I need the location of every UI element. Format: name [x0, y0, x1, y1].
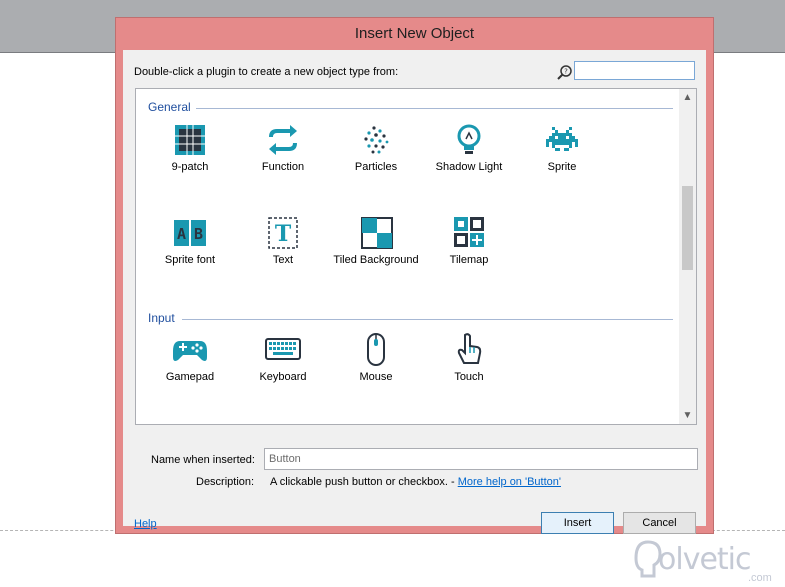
plugin-label: Tilemap	[449, 254, 489, 266]
category-divider	[182, 319, 673, 320]
plugin-label: Gamepad	[165, 371, 215, 383]
text-icon: T	[268, 217, 298, 249]
plugin-label: Sprite	[547, 161, 577, 173]
dialog-title: Insert New Object	[354, 25, 475, 42]
instruction-text: Double-click a plugin to create a new ob…	[134, 66, 399, 78]
nine-patch-icon	[175, 125, 205, 155]
tilemap-icon	[454, 217, 484, 247]
plugin-tilemap[interactable]: Tilemap	[429, 216, 509, 282]
more-help-link[interactable]: More help on 'Button'	[458, 476, 561, 488]
category-general-label: General	[148, 100, 191, 114]
name-when-inserted-label: Name when inserted:	[151, 454, 255, 466]
insert-button[interactable]: Insert	[541, 512, 614, 534]
plugin-list[interactable]: General 9-patch Function Particles Shado…	[135, 88, 697, 425]
svg-text:?: ?	[564, 68, 568, 76]
plugin-label: Tiled Background	[333, 254, 419, 266]
plugin-label: Keyboard	[259, 371, 307, 383]
plugin-label: Mouse	[359, 371, 393, 383]
search-icon[interactable]: ?	[556, 64, 574, 82]
scroll-down-icon[interactable]: ▼	[679, 407, 696, 424]
touch-hand-icon	[457, 333, 482, 364]
plugin-sprite-font[interactable]: A B Sprite font	[150, 216, 230, 282]
plugin-label: Particles	[354, 161, 398, 173]
plugin-text[interactable]: T Text	[243, 216, 323, 282]
description-label: Description:	[196, 476, 255, 488]
category-divider	[196, 108, 673, 109]
plugin-label: Sprite font	[164, 254, 216, 266]
cancel-button[interactable]: Cancel	[623, 512, 696, 534]
tiled-background-icon	[361, 217, 393, 249]
insert-object-dialog: Insert New Object Double-click a plugin …	[115, 17, 714, 534]
mouse-icon	[367, 333, 385, 366]
keyboard-icon	[265, 338, 301, 360]
description-text: A clickable push button or checkbox. - M…	[270, 476, 561, 488]
category-input-label: Input	[148, 311, 175, 325]
help-link[interactable]: Help	[134, 518, 157, 530]
plugin-label: 9-patch	[171, 161, 209, 173]
plugin-label: Text	[272, 254, 294, 266]
light-bulb-icon	[457, 124, 481, 154]
plugin-label: Shadow Light	[435, 161, 503, 173]
particles-icon	[364, 126, 389, 154]
search-input[interactable]	[574, 61, 695, 80]
watermark-domain: .com	[748, 572, 772, 584]
scroll-up-icon[interactable]: ▲	[679, 89, 696, 106]
list-scrollbar[interactable]: ▲ ▼	[679, 89, 696, 424]
svg-text:A: A	[177, 225, 186, 243]
sprite-font-icon: A B	[174, 220, 206, 246]
function-icon	[269, 125, 297, 155]
plugin-9-patch[interactable]: 9-patch	[150, 123, 230, 189]
plugin-shadow-light[interactable]: Shadow Light	[429, 123, 509, 189]
solvetic-watermark-logo: olvetic .com	[628, 536, 785, 587]
gamepad-icon	[173, 341, 207, 361]
plugin-particles[interactable]: Particles	[336, 123, 416, 189]
plugin-mouse[interactable]: Mouse	[336, 333, 416, 399]
scroll-thumb[interactable]	[682, 186, 693, 270]
plugin-tiled-background[interactable]: Tiled Background	[333, 216, 419, 282]
watermark-text: olvetic	[658, 542, 751, 577]
plugin-gamepad[interactable]: Gamepad	[150, 333, 230, 399]
plugin-function[interactable]: Function	[243, 123, 323, 189]
plugin-sprite[interactable]: Sprite	[522, 123, 602, 189]
svg-text:B: B	[194, 225, 203, 243]
plugin-keyboard[interactable]: Keyboard	[243, 333, 323, 399]
plugin-touch[interactable]: Touch	[429, 333, 509, 399]
dialog-body: Double-click a plugin to create a new ob…	[123, 50, 706, 534]
object-name-input[interactable]	[264, 448, 698, 470]
plugin-label: Touch	[454, 371, 484, 383]
space-invader-icon	[546, 127, 578, 151]
svg-text:T: T	[275, 221, 292, 247]
description-body: A clickable push button or checkbox. -	[270, 476, 458, 488]
plugin-label: Function	[261, 161, 305, 173]
